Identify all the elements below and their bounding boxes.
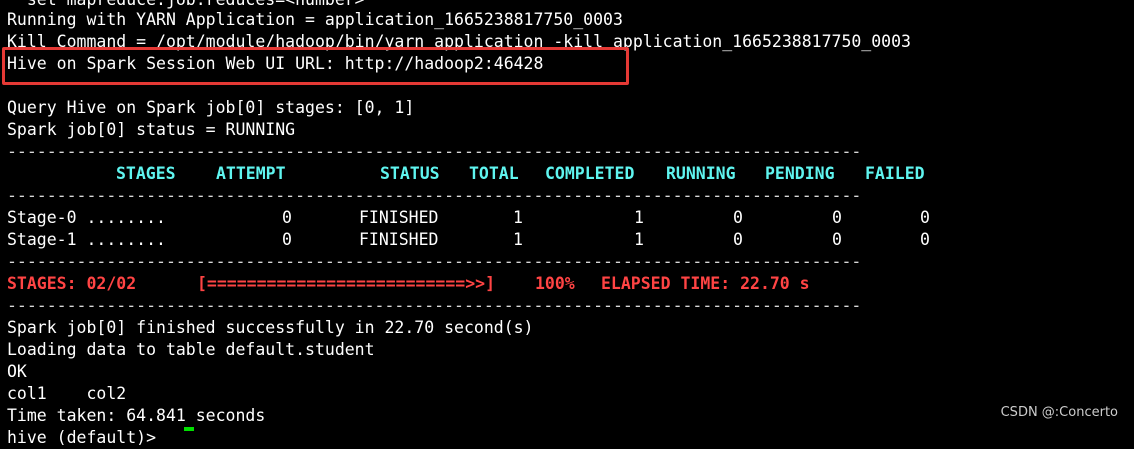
header-status: STATUS <box>380 164 440 183</box>
table-row: Stage-0 ........ 0 FINISHED 1 1 0 0 0 <box>0 207 1134 229</box>
output-line-ok: OK <box>7 362 27 381</box>
header-failed: FAILED <box>865 164 925 183</box>
terminal-cursor <box>184 427 194 431</box>
cell-stage: Stage-0 ........ <box>7 208 166 227</box>
cell-pending: 0 <box>832 208 842 227</box>
cell-failed: 0 <box>920 230 930 249</box>
cell-running: 0 <box>733 230 743 249</box>
header-stages: STAGES <box>116 164 176 183</box>
webui-highlight-box <box>2 47 629 85</box>
cell-completed: 1 <box>634 208 644 227</box>
prompt-line[interactable]: hive (default)> <box>7 427 166 449</box>
watermark: CSDN @:Concerto <box>1000 405 1118 420</box>
cell-failed: 0 <box>920 208 930 227</box>
header-pending: PENDING <box>765 164 835 183</box>
separator-line: ----------------------------------------… <box>7 296 862 315</box>
separator-line: ----------------------------------------… <box>7 186 862 205</box>
elapsed-time: ELAPSED TIME: 22.70 s <box>601 274 810 293</box>
cell-running: 0 <box>733 208 743 227</box>
output-line-time-taken: Time taken: 64.841 seconds <box>7 406 266 425</box>
progress-bar: [==========================>>] <box>197 274 496 293</box>
cell-attempt: 0 <box>282 230 292 249</box>
separator-line: ----------------------------------------… <box>7 142 862 161</box>
header-running: RUNNING <box>666 164 736 183</box>
output-line-columns: col1 col2 <box>7 384 127 403</box>
cell-completed: 1 <box>634 230 644 249</box>
output-line-finished: Spark job[0] finished successfully in 22… <box>7 318 534 337</box>
progress-percent: 100% <box>535 274 575 293</box>
cell-pending: 0 <box>832 230 842 249</box>
cell-total: 1 <box>513 230 523 249</box>
cell-status: FINISHED <box>359 208 439 227</box>
stages-count: STAGES: 02/02 <box>7 274 137 293</box>
table-row: Stage-1 ........ 0 FINISHED 1 1 0 0 0 <box>0 229 1134 251</box>
header-completed: COMPLETED <box>545 164 635 183</box>
cell-attempt: 0 <box>282 208 292 227</box>
cell-total: 1 <box>513 208 523 227</box>
header-attempt: ATTEMPT <box>216 164 286 183</box>
progress-line: STAGES: 02/02 [=========================… <box>0 273 1134 295</box>
stages-table-header: STAGES ATTEMPT STATUS TOTAL COMPLETED RU… <box>0 163 1134 185</box>
header-total: TOTAL <box>469 164 519 183</box>
cell-status: FINISHED <box>359 230 439 249</box>
output-line-query: Query Hive on Spark job[0] stages: [0, 1… <box>7 98 415 117</box>
output-line-loading: Loading data to table default.student <box>7 340 375 359</box>
output-line-yarn-app: Running with YARN Application = applicat… <box>7 10 623 29</box>
output-line-status: Spark job[0] status = RUNNING <box>7 120 296 139</box>
cell-stage: Stage-1 ........ <box>7 230 166 249</box>
separator-line: ----------------------------------------… <box>7 252 862 271</box>
